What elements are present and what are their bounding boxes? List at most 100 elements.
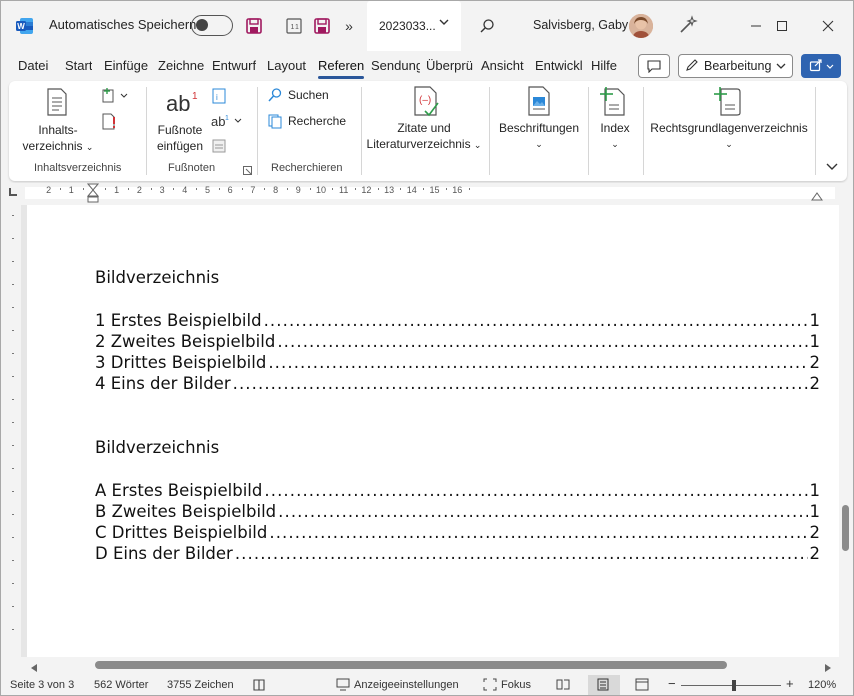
ruler-number: 7 [250, 185, 256, 195]
figure-list-entry[interactable]: 2 Zweites Beispielbild..................… [95, 332, 820, 353]
tab-ansicht[interactable]: Ansicht [481, 58, 524, 73]
ruler-number: 15 [429, 185, 440, 195]
maximize-button[interactable] [767, 11, 797, 41]
zoom-out-icon[interactable]: − [668, 676, 676, 691]
status-bar: Seite 3 von 3 562 Wörter 3755 Zeichen An… [1, 675, 853, 695]
figure-list-heading[interactable]: Bildverzeichnis [95, 438, 219, 457]
vertical-scrollbar[interactable] [839, 205, 853, 657]
web-layout-icon[interactable] [635, 678, 649, 694]
zoom-slider-track[interactable] [681, 685, 781, 686]
zoom-slider-thumb[interactable] [732, 680, 736, 691]
research-button[interactable]: Recherche [267, 113, 346, 129]
page-counter[interactable]: Seite 3 von 3 [10, 679, 74, 691]
tab-hilfe[interactable]: Hilfe [591, 58, 617, 73]
char-count[interactable]: 3755 Zeichen [167, 679, 234, 691]
proofing-icon[interactable] [252, 678, 266, 695]
tab-layout[interactable]: Layout [267, 58, 306, 73]
zoom-in-icon[interactable]: + [786, 676, 794, 691]
ruler-number: 8 [273, 185, 279, 195]
ruler-tick [400, 188, 402, 190]
scroll-right-icon[interactable] [825, 661, 831, 675]
right-indent-marker-icon[interactable] [811, 189, 823, 204]
figure-list-entry[interactable]: D Eins der Bilder.......................… [95, 544, 820, 565]
ruler-tick [12, 353, 14, 354]
insert-footnote-button[interactable]: Fußnote einfügen [150, 122, 210, 154]
designer-wand-icon[interactable] [677, 14, 699, 36]
user-name[interactable]: Salvisberg, Gaby [533, 18, 628, 32]
save-as-icon[interactable] [311, 15, 333, 37]
vertical-scroll-thumb[interactable] [842, 505, 849, 551]
index-button[interactable]: Index ⌄ [593, 120, 637, 152]
display-settings-button[interactable]: Anzeigeeinstellungen [336, 678, 459, 691]
insert-endnote-icon[interactable]: i [211, 87, 229, 108]
add-text-icon[interactable] [101, 87, 129, 108]
captions-button[interactable]: Beschriftungen ⌄ [495, 120, 583, 152]
tab-ueberpruefen[interactable]: Überprü [426, 58, 474, 73]
translate-icon[interactable]: 11 [283, 15, 305, 37]
group-divider [361, 87, 362, 175]
display-settings-icon [336, 678, 350, 691]
avatar[interactable] [629, 14, 653, 38]
pencil-icon [685, 58, 699, 75]
next-footnote-icon[interactable]: ab 1 [211, 113, 247, 132]
figure-list-entry[interactable]: C Drittes Beispielbild..................… [95, 523, 820, 544]
search-icon [268, 88, 282, 102]
svg-text:(–): (–) [419, 95, 431, 106]
tab-sendungen[interactable]: Sendung [371, 58, 420, 73]
figure-list-entry[interactable]: A Erstes Beispielbild...................… [95, 481, 820, 502]
horizontal-ruler[interactable]: 2 1 1 2 3 4 5 6 7 8 9 10 11 12 13 14 15 16 [1, 183, 853, 203]
tab-entwurf[interactable]: Entwurf [212, 58, 256, 73]
indent-marker-icon[interactable] [86, 183, 100, 206]
print-layout-icon[interactable] [596, 678, 610, 694]
word-count[interactable]: 562 Wörter [94, 679, 148, 691]
toc-button[interactable]: Inhalts- verzeichnis ⌄ [19, 122, 97, 155]
show-notes-icon[interactable] [211, 138, 227, 157]
tab-datei[interactable]: Datei [18, 58, 48, 73]
captions-label: Beschriftungen [498, 121, 580, 135]
share-button[interactable] [801, 54, 841, 78]
vertical-ruler[interactable] [7, 205, 19, 655]
tab-entwicklertools[interactable]: Entwickl [535, 58, 582, 73]
citations-button[interactable]: Zitate und Literaturverzeichnis ⌄ [363, 120, 485, 153]
figure-list-heading[interactable]: Bildverzeichnis [95, 268, 219, 287]
table-of-authorities-button[interactable]: Rechtsgrundlagenverzeichnis ⌄ [649, 120, 809, 152]
document-area[interactable]: Bildverzeichnis 1 Erstes Beispielbild...… [21, 205, 839, 657]
editing-mode-button[interactable]: Bearbeitung [678, 54, 793, 78]
tab-stop-icon[interactable] [9, 188, 17, 196]
search-icon[interactable] [477, 15, 497, 37]
horizontal-scrollbar[interactable] [21, 657, 839, 673]
more-commands-icon[interactable]: » [341, 15, 357, 37]
tab-referenzen[interactable]: Referen [318, 58, 366, 73]
autosave-toggle[interactable] [191, 15, 233, 36]
tab-einfuegen[interactable]: Einfüge [104, 58, 152, 73]
tab-zeichnen[interactable]: Zeichne [158, 58, 204, 73]
focus-button[interactable]: Fokus [483, 678, 531, 691]
horizontal-scroll-thumb[interactable] [95, 661, 727, 669]
zoom-level[interactable]: 120% [808, 679, 836, 691]
comments-button[interactable] [638, 54, 670, 78]
ruler-number: 5 [204, 185, 210, 195]
figure-list-entry[interactable]: 3 Drittes Beispielbild..................… [95, 353, 820, 374]
collapse-ribbon-icon[interactable] [826, 160, 838, 174]
tab-start[interactable]: Start [65, 58, 92, 73]
read-mode-icon[interactable] [556, 678, 570, 694]
figure-list-entry[interactable]: B Zweites Beispielbild..................… [95, 502, 820, 523]
document-page[interactable]: Bildverzeichnis 1 Erstes Beispielbild...… [27, 205, 839, 657]
ruler-tick [241, 188, 243, 190]
ruler-number: 13 [384, 185, 395, 195]
dialog-launcher-icon[interactable] [243, 164, 252, 178]
document-title[interactable]: 2023033... [367, 1, 461, 51]
search-button[interactable]: Suchen [267, 87, 329, 103]
scroll-left-icon[interactable] [31, 661, 37, 675]
ruler-number: 9 [295, 185, 301, 195]
share-icon [809, 58, 823, 75]
close-button[interactable] [813, 11, 843, 41]
group-label-research: Recherchieren [271, 162, 343, 174]
figure-list-entry[interactable]: 1 Erstes Beispielbild...................… [95, 311, 820, 332]
save-icon[interactable] [243, 15, 265, 37]
entry-label: B Zweites Beispielbild [95, 502, 277, 521]
svg-text:ab: ab [166, 91, 190, 116]
figure-list-entry[interactable]: 4 Eins der Bilder.......................… [95, 374, 820, 395]
update-table-icon[interactable] [101, 113, 119, 134]
svg-text:ab: ab [211, 114, 225, 129]
